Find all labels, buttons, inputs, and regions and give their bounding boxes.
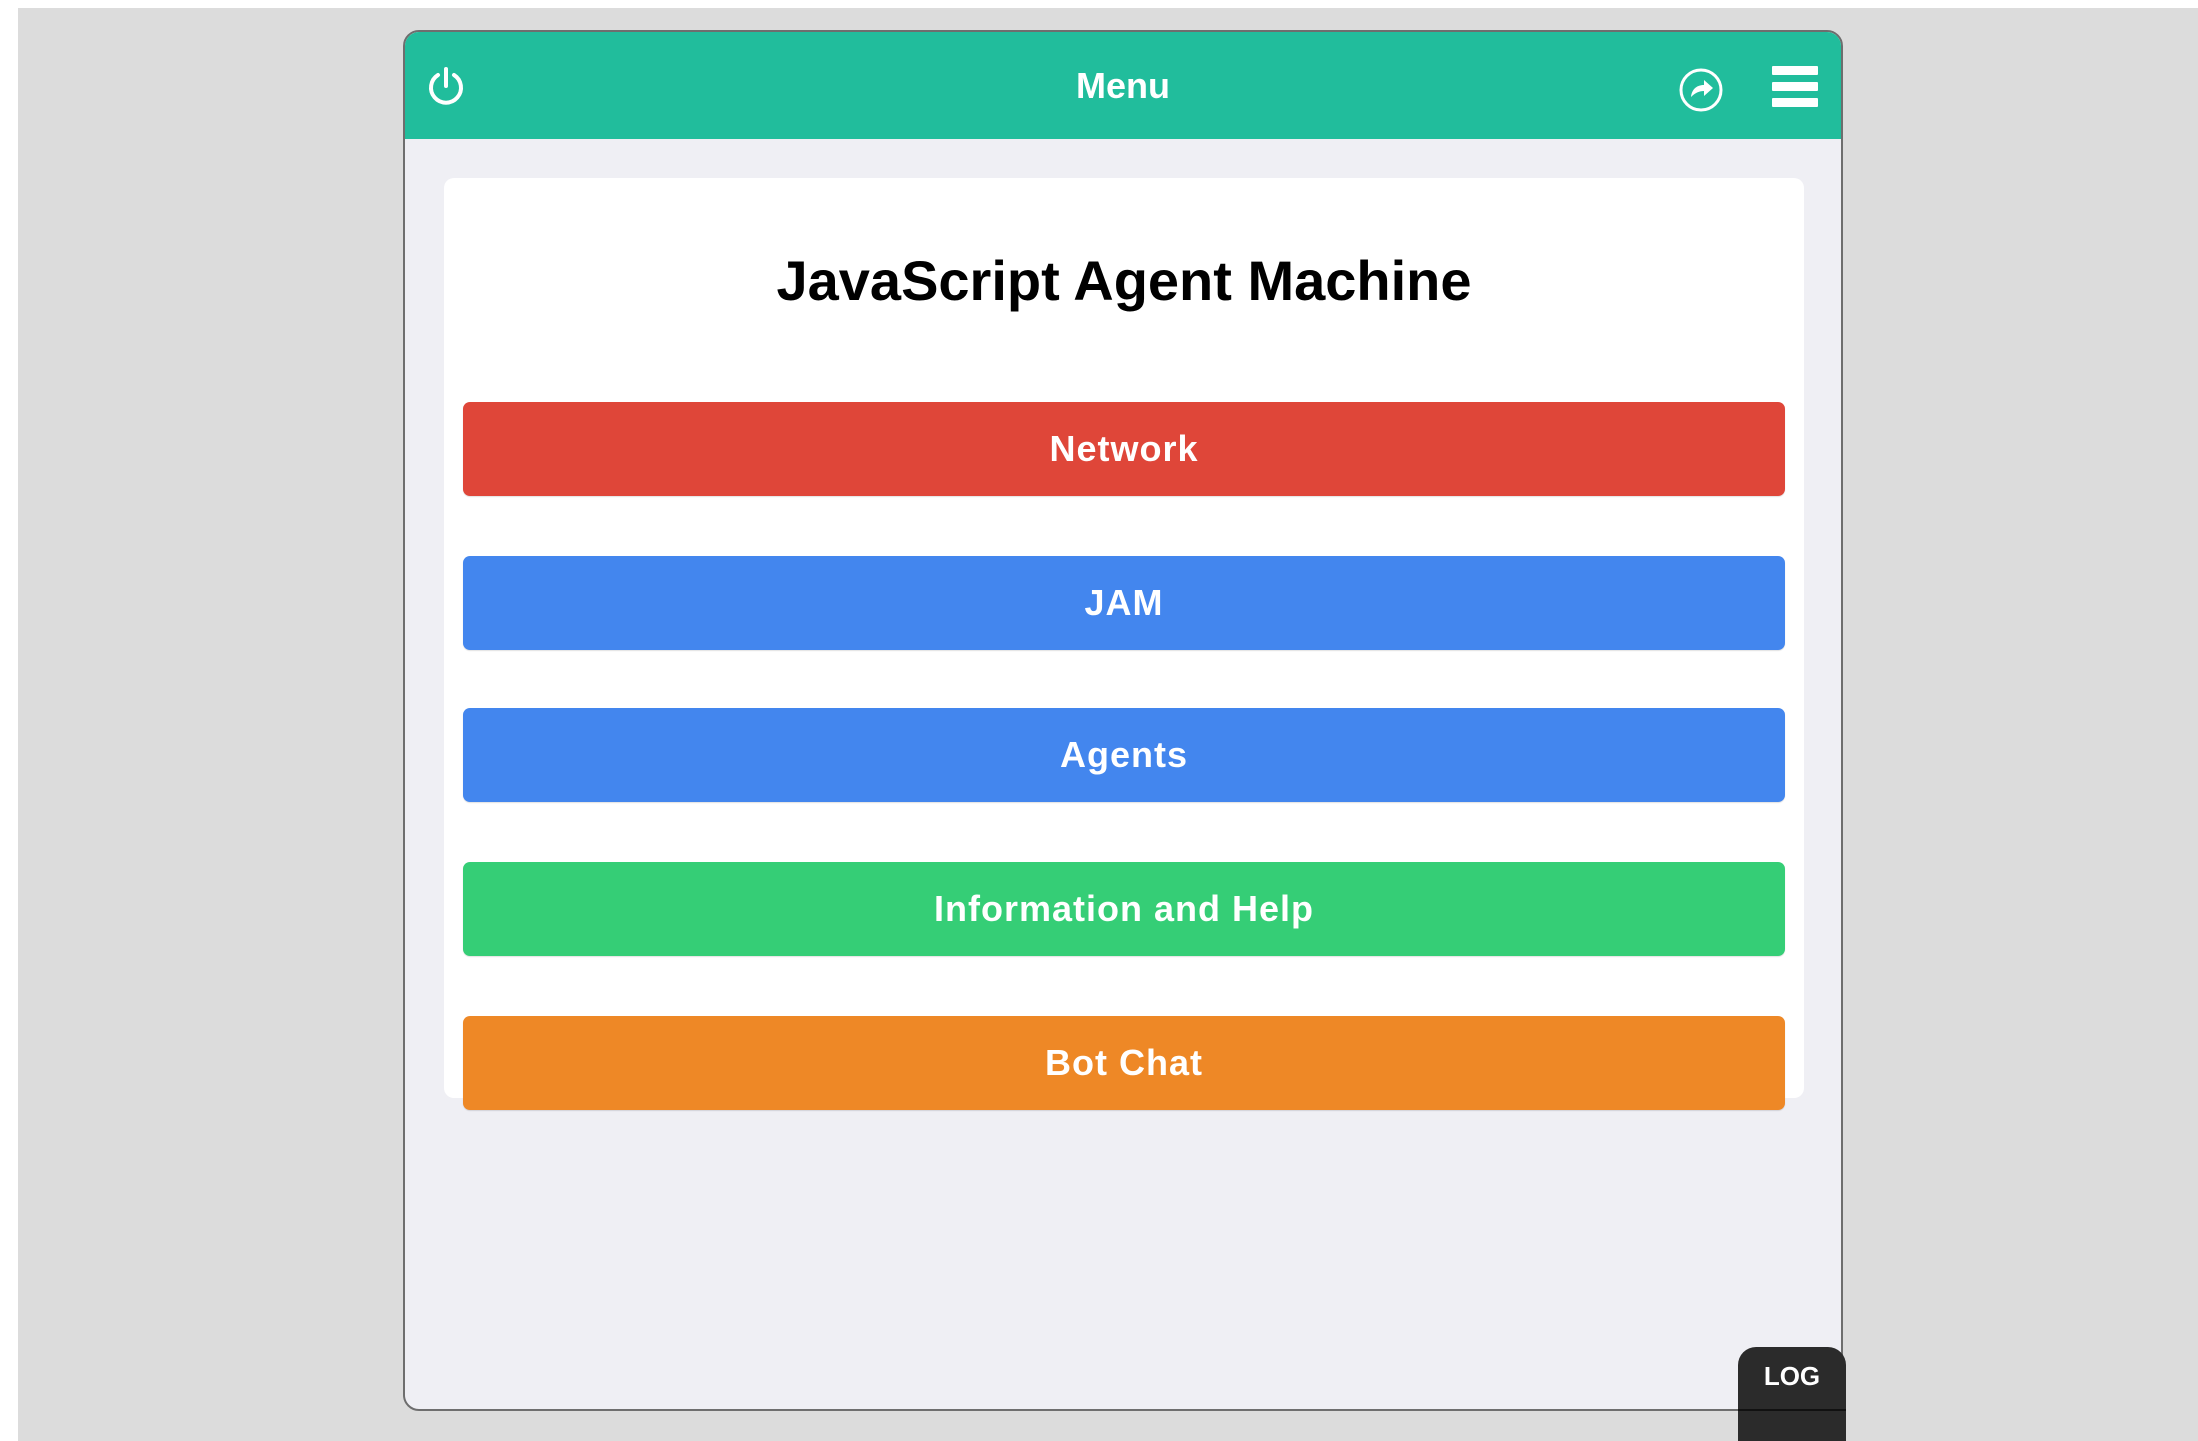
network-button[interactable]: Network [463,402,1785,496]
card-title: JavaScript Agent Machine [776,249,1472,312]
agents-button[interactable]: Agents [463,708,1785,802]
log-tab-divider [1738,1409,1846,1411]
header-title: Menu [1076,65,1170,106]
app-window: Menu JavaScript Agent Machine Network JA… [403,30,1843,1411]
share-icon [1679,68,1723,112]
jam-button[interactable]: JAM [463,556,1785,650]
log-tab-button[interactable]: LOG [1738,1347,1846,1441]
app-header-bar: Menu [405,32,1841,139]
hamburger-menu-icon [1772,66,1818,107]
hamburger-menu-button[interactable] [1767,60,1823,116]
share-button[interactable] [1675,64,1727,116]
information-and-help-button[interactable]: Information and Help [463,862,1785,956]
main-menu-card: JavaScript Agent Machine Network JAM Age… [444,178,1804,1110]
bot-chat-button[interactable]: Bot Chat [463,1016,1785,1110]
log-tab-label: LOG [1763,1361,1821,1391]
